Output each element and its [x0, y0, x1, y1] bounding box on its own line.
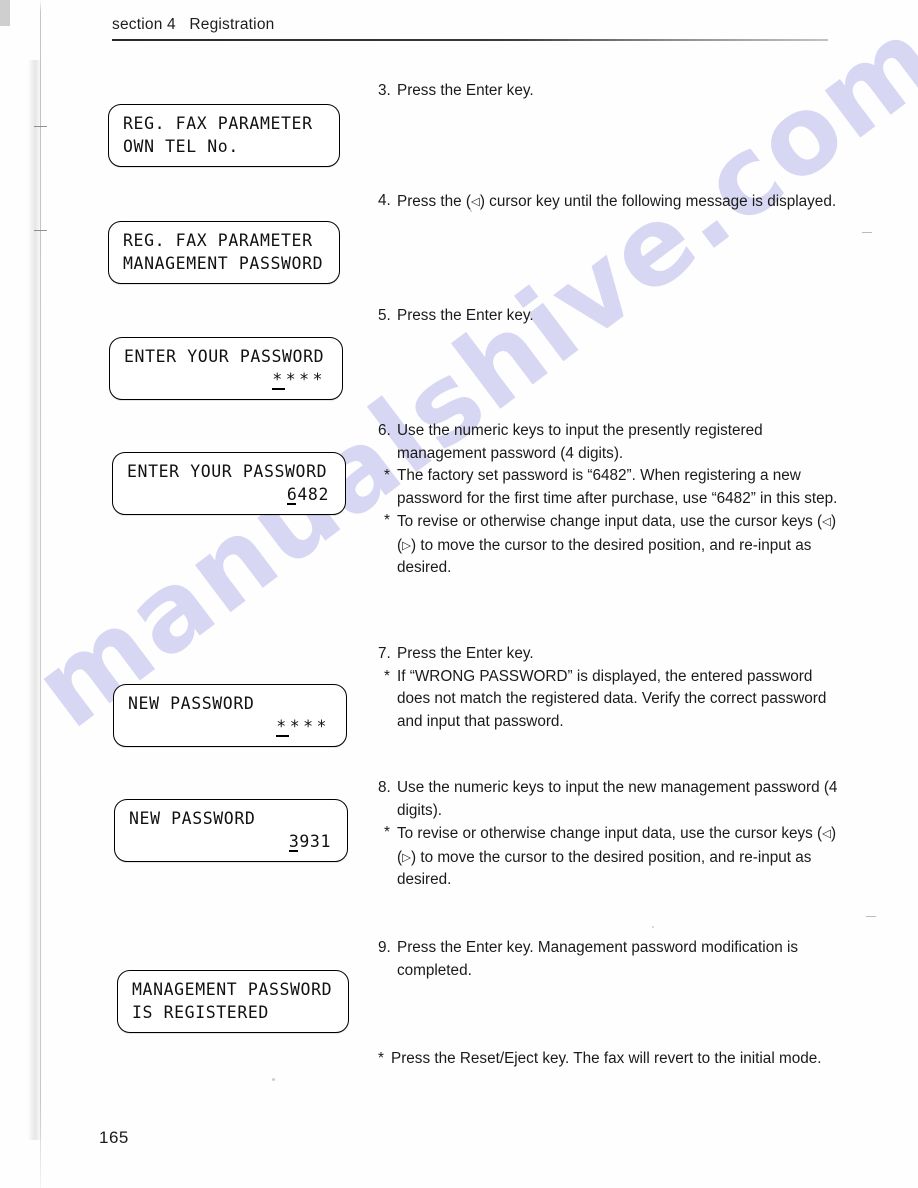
lcd-line-2: IS REGISTERED	[132, 1003, 269, 1022]
scan-edge-smudge	[0, 0, 10, 26]
lcd-password-rest: 482	[297, 485, 329, 504]
note-text-before: To revise or otherwise change input data…	[397, 825, 823, 842]
page-number: 165	[99, 1128, 129, 1147]
lcd-line-1: ENTER YOUR PASSWORD	[127, 462, 328, 481]
manual-page: manualshive.com section 4 Registration R…	[0, 0, 918, 1188]
step-text: Press the Enter key.	[397, 645, 534, 662]
cursor-left-key-icon: ◁	[470, 194, 480, 208]
lcd-panel-enter-your-password-6482: ENTER YOUR PASSWORD 6482	[112, 452, 346, 515]
lcd-password-rest: ***	[289, 717, 330, 736]
instruction-final-note: * Press the Reset/Eject key. The fax wil…	[378, 1048, 840, 1071]
lcd-line-2-password-field: 6482	[127, 483, 331, 506]
scan-speck	[272, 1078, 275, 1081]
lcd-password-rest: ***	[285, 370, 326, 389]
lcd-line-2: OWN TEL No.	[123, 137, 239, 156]
step-number: 9.	[378, 939, 391, 956]
note-bullet: *	[384, 467, 390, 484]
step-text: Use the numeric keys to input the new ma…	[397, 779, 838, 819]
gutter-tick	[34, 126, 47, 127]
step-text-before: Press the (	[397, 193, 471, 210]
step-text: Press the Enter key.	[397, 307, 534, 324]
note-text-before: To revise or otherwise change input data…	[397, 513, 823, 530]
lcd-line-2-password-field: ****	[124, 368, 328, 391]
instruction-step-4: 4. Press the (◁) cursor key until the fo…	[378, 190, 840, 214]
note-bullet: *	[378, 1050, 384, 1067]
lcd-cursor-character: *	[276, 717, 290, 738]
lcd-panel-management-password-is-registered: MANAGEMENT PASSWORD IS REGISTERED	[117, 970, 349, 1033]
note-text: To revise or otherwise change input data…	[397, 822, 840, 892]
note-text: To revise or otherwise change input data…	[397, 510, 840, 580]
note-text: If “WRONG PASSWORD” is displayed, the en…	[397, 667, 827, 730]
cursor-left-key-icon: ◁	[822, 826, 831, 840]
lcd-panel-enter-your-password-masked: ENTER YOUR PASSWORD ****	[109, 337, 343, 400]
scan-gutter-shadow	[28, 60, 42, 1140]
lcd-panel-reg-fax-parameter-own-tel: REG. FAX PARAMETER OWN TEL No.	[108, 104, 340, 167]
step-text: Press the Enter key. Management password…	[397, 939, 799, 979]
lcd-line-1: NEW PASSWORD	[128, 694, 255, 713]
lcd-line-1: ENTER YOUR PASSWORD	[124, 347, 325, 366]
cursor-right-key-icon: ▷	[402, 537, 411, 552]
step-text-after: ) cursor key until the following message…	[479, 193, 837, 210]
lcd-panel-new-password-3931: NEW PASSWORD 3931	[114, 799, 348, 862]
note-text: The factory set password is “6482”. When…	[397, 467, 838, 507]
lcd-cursor-character: 3	[288, 832, 300, 853]
instruction-step-7: 7. Press the Enter key. * If “WRONG PASS…	[378, 643, 840, 733]
instruction-step-5: 5. Press the Enter key.	[378, 305, 840, 328]
instruction-step-9: 9. Press the Enter key. Management passw…	[378, 937, 840, 982]
lcd-panel-reg-fax-parameter-management-password: REG. FAX PARAMETER MANAGEMENT PASSWORD	[108, 221, 340, 284]
step-text: Use the numeric keys to input the presen…	[397, 422, 763, 462]
step-number: 5.	[378, 307, 391, 324]
step-number: 3.	[378, 82, 391, 99]
scan-gutter-line	[40, 0, 41, 1188]
step-number: 7.	[378, 645, 391, 662]
cursor-right-key-icon: ▷	[402, 849, 411, 864]
lcd-line-1: MANAGEMENT PASSWORD	[132, 980, 333, 999]
lcd-line-2-password-field: 3931	[129, 830, 333, 853]
note-text-after: ) to move the cursor to the desired posi…	[397, 536, 812, 577]
right-margin-tick	[866, 916, 876, 917]
lcd-cursor-character: *	[272, 370, 286, 391]
lcd-line-1: NEW PASSWORD	[129, 809, 256, 828]
cursor-left-key-icon: ◁	[822, 514, 831, 528]
lcd-line-2: MANAGEMENT PASSWORD	[123, 254, 324, 273]
note-bullet: *	[384, 512, 390, 529]
lcd-cursor-character: 6	[286, 485, 298, 506]
lcd-line-1: REG. FAX PARAMETER	[123, 231, 313, 250]
step-text: Press the (◁) cursor key until the follo…	[397, 190, 840, 214]
lcd-line-2-password-field: ****	[128, 715, 332, 738]
step-number: 8.	[378, 779, 391, 796]
step-number: 6.	[378, 422, 391, 439]
step-text: Press the Enter key.	[397, 82, 534, 99]
instruction-step-6: 6. Use the numeric keys to input the pre…	[378, 420, 840, 580]
header-divider	[112, 39, 828, 41]
right-margin-tick	[862, 232, 872, 233]
note-bullet: *	[384, 667, 390, 685]
instruction-step-3: 3. Press the Enter key.	[378, 80, 840, 103]
note-text: Press the Reset/Eject key. The fax will …	[391, 1050, 822, 1067]
section-title: section 4 Registration	[112, 16, 275, 33]
note-bullet: *	[384, 824, 390, 841]
instruction-step-8: 8. Use the numeric keys to input the new…	[378, 777, 840, 892]
gutter-tick	[34, 230, 47, 231]
note-text-after: ) to move the cursor to the desired posi…	[397, 848, 812, 889]
step-number: 4.	[378, 192, 391, 209]
lcd-panel-new-password-masked: NEW PASSWORD ****	[113, 684, 347, 747]
scan-speck	[652, 926, 654, 928]
lcd-password-rest: 931	[299, 832, 331, 851]
lcd-line-1: REG. FAX PARAMETER	[123, 114, 313, 133]
page-header: section 4 Registration	[112, 16, 828, 41]
